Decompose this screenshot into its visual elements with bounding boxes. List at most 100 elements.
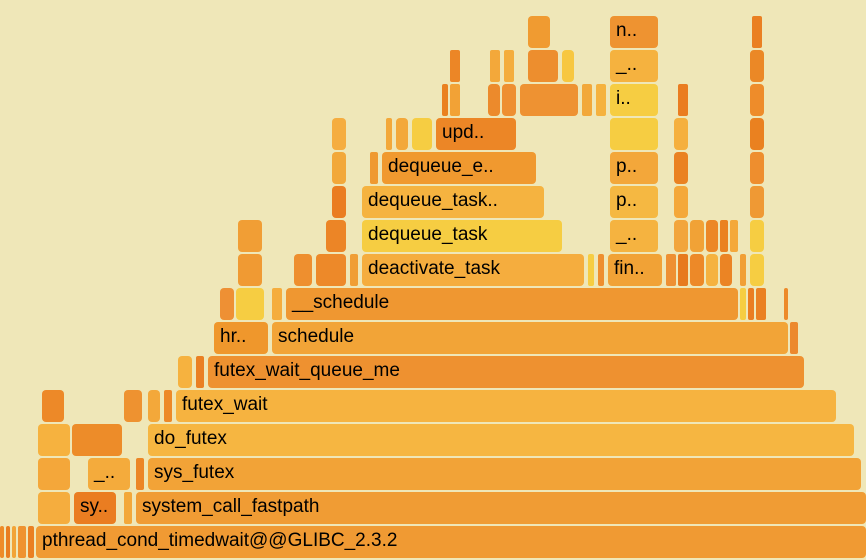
flame-frame[interactable] (750, 118, 764, 150)
flame-frame[interactable] (124, 390, 142, 422)
flame-frame[interactable] (42, 390, 64, 422)
flame-frame[interactable]: sy.. (74, 492, 116, 524)
flame-frame[interactable] (504, 50, 514, 82)
flame-frame[interactable] (38, 424, 70, 456)
flame-frame[interactable] (750, 254, 764, 286)
flame-frame[interactable] (38, 458, 70, 490)
flame-frame[interactable] (720, 220, 728, 252)
flame-frame[interactable] (740, 254, 746, 286)
flame-frame[interactable] (238, 254, 262, 286)
flame-frame[interactable] (666, 254, 676, 286)
flame-frame[interactable] (294, 254, 312, 286)
flame-frame[interactable]: futex_wait_queue_me (208, 356, 804, 388)
flame-frame[interactable] (124, 492, 132, 524)
flame-frame[interactable]: n.. (610, 16, 658, 48)
flame-frame[interactable] (750, 152, 764, 184)
flame-frame[interactable] (326, 220, 346, 252)
flame-frame[interactable]: schedule (272, 322, 788, 354)
flame-frame[interactable] (386, 118, 392, 150)
flame-frame[interactable]: dequeue_e.. (382, 152, 536, 184)
flame-frame[interactable] (136, 458, 144, 490)
flame-frame[interactable] (502, 84, 516, 116)
flame-frame[interactable] (740, 288, 746, 320)
flame-frame[interactable] (450, 84, 460, 116)
flame-frame[interactable]: sys_futex (148, 458, 861, 490)
flame-frame[interactable] (528, 50, 558, 82)
flame-frame[interactable] (756, 288, 766, 320)
flame-frame[interactable] (784, 288, 788, 320)
flame-frame[interactable] (562, 50, 574, 82)
flame-frame[interactable]: system_call_fastpath (136, 492, 866, 524)
flame-frame[interactable]: dequeue_task (362, 220, 562, 252)
flame-frame[interactable] (582, 84, 592, 116)
flame-frame[interactable] (178, 356, 192, 388)
flame-frame[interactable] (706, 254, 718, 286)
flame-frame[interactable] (350, 254, 358, 286)
flame-frame[interactable] (238, 220, 262, 252)
flame-frame[interactable]: i.. (610, 84, 658, 116)
flame-frame[interactable]: deactivate_task (362, 254, 584, 286)
flame-frame[interactable]: p.. (610, 186, 658, 218)
flame-frame[interactable]: dequeue_task.. (362, 186, 544, 218)
flame-frame[interactable] (748, 288, 754, 320)
flame-frame[interactable] (674, 186, 688, 218)
flame-frame[interactable] (164, 390, 172, 422)
flame-frame[interactable] (706, 220, 718, 252)
flame-frame[interactable] (730, 220, 738, 252)
flame-frame[interactable] (598, 254, 604, 286)
flame-frame[interactable]: _.. (88, 458, 130, 490)
flame-frame[interactable]: upd.. (436, 118, 516, 150)
flame-frame[interactable] (520, 84, 578, 116)
flame-frame[interactable] (12, 526, 16, 558)
flame-frame[interactable] (790, 322, 798, 354)
flame-frame[interactable]: _.. (610, 220, 658, 252)
flame-frame[interactable] (18, 526, 26, 558)
flame-frame[interactable] (332, 118, 346, 150)
flame-frame[interactable] (690, 254, 704, 286)
flame-frame[interactable] (610, 118, 658, 150)
flame-frame[interactable] (678, 254, 688, 286)
flame-frame[interactable] (220, 288, 234, 320)
flame-frame[interactable] (528, 16, 550, 48)
flame-frame[interactable]: __schedule (286, 288, 738, 320)
flame-frame[interactable] (332, 152, 346, 184)
flame-frame[interactable] (38, 492, 70, 524)
flame-frame[interactable]: hr.. (214, 322, 268, 354)
flame-frame[interactable] (674, 220, 688, 252)
flame-frame[interactable] (72, 424, 122, 456)
flame-frame[interactable]: pthread_cond_timedwait@@GLIBC_2.3.2 (36, 526, 866, 558)
flame-frame[interactable] (148, 390, 160, 422)
flame-frame[interactable] (750, 220, 764, 252)
flame-frame[interactable] (0, 526, 4, 558)
flame-frame[interactable] (596, 84, 606, 116)
flame-frame[interactable]: _.. (610, 50, 658, 82)
flame-frame[interactable] (750, 84, 764, 116)
flame-frame[interactable] (450, 50, 460, 82)
flame-frame[interactable] (396, 118, 408, 150)
flame-frame[interactable] (674, 152, 688, 184)
flame-frame[interactable] (28, 526, 34, 558)
flame-frame[interactable] (332, 186, 346, 218)
flame-frame[interactable] (6, 526, 10, 558)
flame-frame[interactable]: fin.. (608, 254, 662, 286)
flame-frame[interactable] (690, 220, 704, 252)
flame-frame[interactable]: p.. (610, 152, 658, 184)
flame-frame[interactable] (272, 288, 282, 320)
flame-frame[interactable] (196, 356, 204, 388)
flame-frame[interactable] (370, 152, 378, 184)
flame-frame[interactable] (750, 186, 764, 218)
flame-frame[interactable] (588, 254, 594, 286)
flame-frame[interactable] (752, 16, 762, 48)
flame-frame[interactable] (490, 50, 500, 82)
flame-frame[interactable]: do_futex (148, 424, 854, 456)
flame-frame[interactable] (678, 84, 688, 116)
flame-frame[interactable] (720, 254, 732, 286)
flame-frame[interactable] (674, 118, 688, 150)
flame-frame[interactable] (488, 84, 500, 116)
flame-frame[interactable] (236, 288, 264, 320)
flame-frame[interactable] (316, 254, 346, 286)
flame-frame[interactable] (412, 118, 432, 150)
flame-frame[interactable] (750, 50, 764, 82)
flame-frame[interactable]: futex_wait (176, 390, 836, 422)
flame-frame[interactable] (442, 84, 448, 116)
